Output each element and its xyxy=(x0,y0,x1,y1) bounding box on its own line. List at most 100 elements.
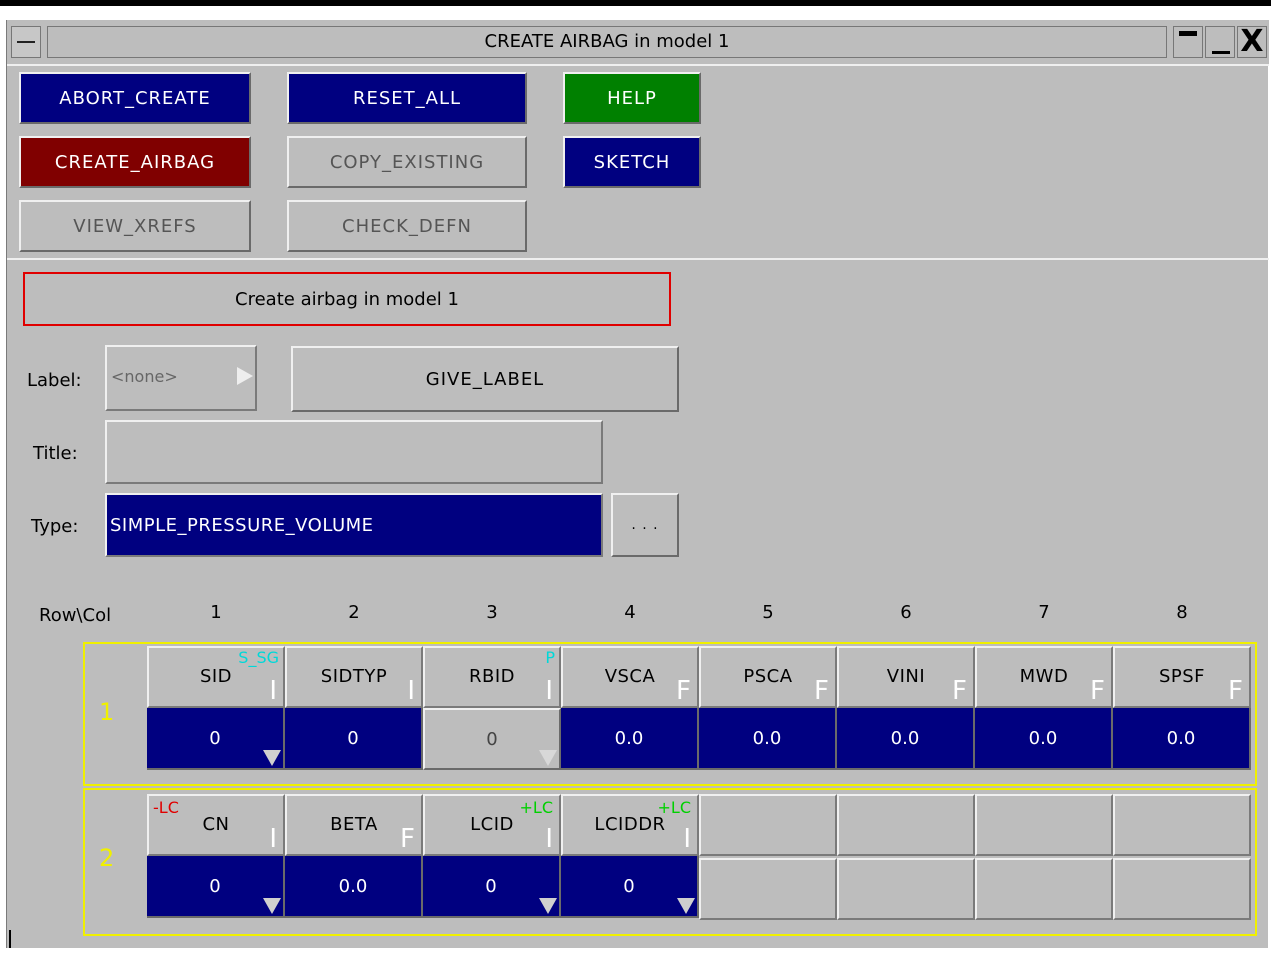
label-value: <none> xyxy=(111,367,178,386)
field-name: SIDTYP xyxy=(320,666,388,687)
field-name: SID xyxy=(199,666,233,687)
field-value-rbid[interactable]: 0 xyxy=(423,708,561,770)
field-header-sidtyp[interactable]: SIDTYP I xyxy=(285,646,423,708)
window-menu-icon[interactable] xyxy=(11,26,41,58)
field-tag: -LC xyxy=(153,798,179,817)
field-value-lciddr[interactable]: 0 xyxy=(561,856,699,918)
field-value-cn[interactable]: 0 xyxy=(147,856,285,918)
field-value-vsca[interactable]: 0.0 xyxy=(561,708,699,770)
arrow-right-icon xyxy=(237,367,253,385)
create-airbag-window: CREATE AIRBAG in model 1 X ABORT_CREATE … xyxy=(6,20,1269,948)
field-value-text: 0.0 xyxy=(614,727,644,749)
field-value-mwd[interactable]: 0.0 xyxy=(975,708,1113,770)
type-field[interactable]: SIMPLE_PRESSURE_VOLUME xyxy=(105,493,603,557)
screen-top-border xyxy=(0,0,1271,6)
field-name: RBID xyxy=(468,666,516,687)
field-tag: P xyxy=(545,648,555,667)
empty-cell xyxy=(699,858,837,920)
field-type: I xyxy=(407,676,415,706)
field-value-sidtyp[interactable]: 0 xyxy=(285,708,423,770)
help-button[interactable]: HELP xyxy=(563,72,701,124)
dropdown-arrow-icon[interactable] xyxy=(677,898,695,914)
field-value-text: 0 xyxy=(209,727,221,749)
field-value-text: 0.0 xyxy=(752,727,782,749)
field-value-lcid[interactable]: 0 xyxy=(423,856,561,918)
field-header-cn[interactable]: CN I -LC xyxy=(147,794,285,856)
field-value-text: 0 xyxy=(347,727,359,749)
field-value-text: 0.0 xyxy=(1166,727,1196,749)
field-value-text: 0.0 xyxy=(338,875,368,897)
field-type: I xyxy=(269,824,277,854)
row-number: 1 xyxy=(99,698,115,726)
dropdown-arrow-icon[interactable] xyxy=(263,898,281,914)
column-header: 2 xyxy=(348,602,360,623)
row-number: 2 xyxy=(99,844,115,872)
window-title: CREATE AIRBAG in model 1 xyxy=(47,26,1167,58)
column-header: 7 xyxy=(1038,602,1050,623)
type-select-button[interactable]: . . . xyxy=(611,493,679,557)
copy-existing-button[interactable]: COPY_EXISTING xyxy=(287,136,527,188)
field-value-vini[interactable]: 0.0 xyxy=(837,708,975,770)
field-type: F xyxy=(1228,676,1243,706)
field-value-text: 0 xyxy=(485,875,497,897)
field-type: F xyxy=(952,676,967,706)
field-header-psca[interactable]: PSCA F xyxy=(699,646,837,708)
field-header-mwd[interactable]: MWD F xyxy=(975,646,1113,708)
field-name: CN xyxy=(202,814,230,835)
empty-cell xyxy=(975,858,1113,920)
rowcol-label: Row\Col xyxy=(39,605,112,626)
reset-all-button[interactable]: RESET_ALL xyxy=(287,72,527,124)
column-header: 5 xyxy=(762,602,774,623)
field-header-beta[interactable]: BETA F xyxy=(285,794,423,856)
field-type: F xyxy=(1090,676,1105,706)
field-value-beta[interactable]: 0.0 xyxy=(285,856,423,918)
abort-create-button[interactable]: ABORT_CREATE xyxy=(19,72,251,124)
empty-cell xyxy=(837,858,975,920)
field-type: F xyxy=(676,676,691,706)
view-xrefs-button[interactable]: VIEW_XREFS xyxy=(19,200,251,252)
sketch-button[interactable]: SKETCH xyxy=(563,136,701,188)
field-value-spsf[interactable]: 0.0 xyxy=(1113,708,1251,770)
field-header-vsca[interactable]: VSCA F xyxy=(561,646,699,708)
field-tag: +LC xyxy=(657,798,692,817)
field-header-lcid[interactable]: LCID I +LC xyxy=(423,794,561,856)
field-tag: +LC xyxy=(519,798,554,817)
window-edge-mark xyxy=(9,930,11,948)
close-icon[interactable]: X xyxy=(1237,26,1267,58)
empty-cell xyxy=(1113,858,1251,920)
field-value-text: 0.0 xyxy=(890,727,920,749)
minimize-icon[interactable] xyxy=(1173,26,1203,58)
check-defn-button[interactable]: CHECK_DEFN xyxy=(287,200,527,252)
status-message: Create airbag in model 1 xyxy=(23,272,671,326)
field-header-vini[interactable]: VINI F xyxy=(837,646,975,708)
give-label-button[interactable]: GIVE_LABEL xyxy=(291,346,679,412)
field-value-text: 0 xyxy=(623,875,635,897)
column-header: 6 xyxy=(900,602,912,623)
field-type: F xyxy=(400,824,415,854)
field-header-lciddr[interactable]: LCIDDR I +LC xyxy=(561,794,699,856)
field-value-sid[interactable]: 0 xyxy=(147,708,285,770)
field-header-sid[interactable]: SID I S_SG xyxy=(147,646,285,708)
dropdown-arrow-icon[interactable] xyxy=(263,750,281,766)
label-dropdown[interactable]: <none> xyxy=(105,345,257,411)
field-header-spsf[interactable]: SPSF F xyxy=(1113,646,1251,708)
column-header: 8 xyxy=(1176,602,1188,623)
field-value-psca[interactable]: 0.0 xyxy=(699,708,837,770)
field-type: F xyxy=(814,676,829,706)
column-header: 1 xyxy=(210,602,222,623)
column-header: 3 xyxy=(486,602,498,623)
dropdown-arrow-icon[interactable] xyxy=(539,898,557,914)
title-bar: CREATE AIRBAG in model 1 X xyxy=(7,20,1269,66)
field-name: LCIDDR xyxy=(594,814,666,835)
type-caption: Type: xyxy=(31,516,79,537)
field-type: I xyxy=(545,824,553,854)
separator xyxy=(7,258,1269,260)
maximize-icon[interactable] xyxy=(1205,26,1235,58)
field-name: LCID xyxy=(470,814,514,835)
dropdown-arrow-icon[interactable] xyxy=(539,750,557,766)
field-header-rbid[interactable]: RBID I P xyxy=(423,646,561,708)
column-header: 4 xyxy=(624,602,636,623)
create-airbag-button[interactable]: CREATE_AIRBAG xyxy=(19,136,251,188)
empty-cell xyxy=(837,794,975,856)
title-field[interactable] xyxy=(105,420,603,484)
